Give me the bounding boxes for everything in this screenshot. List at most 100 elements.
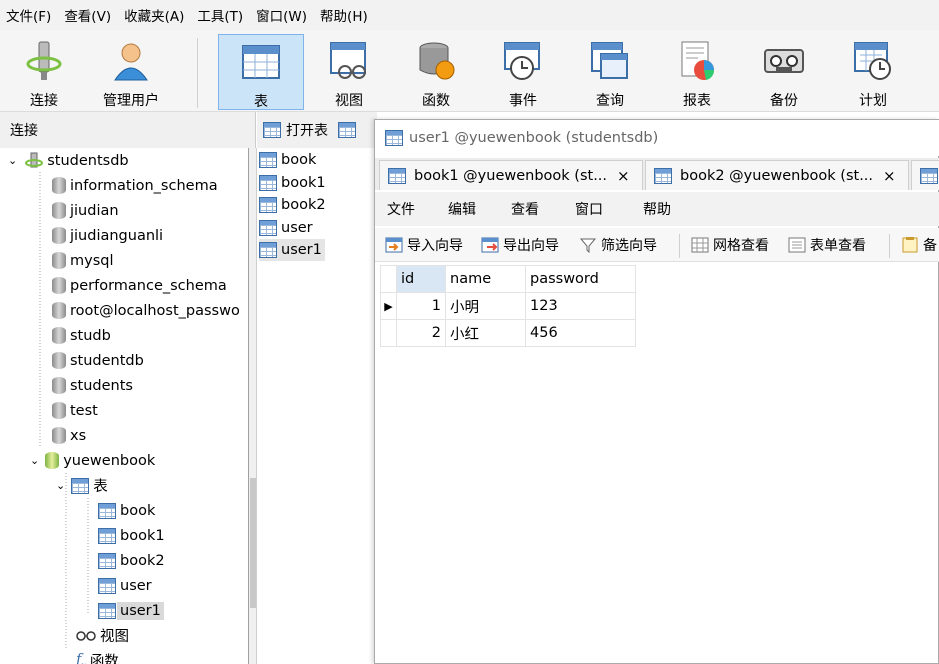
win-menu-edit[interactable]: 编辑 <box>448 199 476 219</box>
memo-button[interactable]: 备 <box>901 234 937 256</box>
backup-button[interactable]: 备份 <box>741 34 827 110</box>
chevron-down-icon[interactable]: ⌄ <box>30 454 39 467</box>
tree-connection-studentsdb[interactable]: ⌄ studentsdb <box>8 148 129 173</box>
win-menu-view[interactable]: 查看 <box>511 199 539 219</box>
open-table-button[interactable]: 打开表 <box>286 120 328 140</box>
row-header[interactable] <box>380 319 397 347</box>
win-menu-file[interactable]: 文件 <box>387 199 415 219</box>
object-list-item[interactable]: user <box>259 217 313 239</box>
tree-folder-views[interactable]: 视图 <box>76 623 129 648</box>
sidebar-scrollbar[interactable] <box>249 148 257 664</box>
schedule-label: 计划 <box>859 93 887 109</box>
tree-folder-functions[interactable]: ƒx 函数 <box>76 648 119 664</box>
event-button[interactable]: 事件 <box>480 34 566 110</box>
filter-icon <box>579 238 597 253</box>
chevron-down-icon[interactable]: ⌄ <box>56 479 65 492</box>
menu-tools[interactable]: 工具(T) <box>197 5 243 25</box>
tree-database-item[interactable]: xs <box>52 423 86 448</box>
connections-header: 连接 <box>0 112 256 148</box>
tree-table-item[interactable]: user1 <box>98 598 164 623</box>
tree-label: book1 <box>120 527 165 544</box>
win-menu-window[interactable]: 窗口 <box>575 199 603 219</box>
function-button[interactable]: 函数 <box>393 34 479 110</box>
form-view-button[interactable]: 表单查看 <box>788 234 866 256</box>
tree-database-item[interactable]: jiudianguanli <box>52 223 163 248</box>
tab-book2[interactable]: book2 @yuewenbook (st... × <box>645 160 909 190</box>
tree-database-item[interactable]: jiudian <box>52 198 119 223</box>
object-list-item[interactable]: book2 <box>259 194 326 216</box>
query-button[interactable]: 查询 <box>567 34 653 110</box>
table-icon <box>259 197 277 213</box>
object-label: book2 <box>281 197 326 213</box>
tree-table-item[interactable]: user <box>98 573 152 598</box>
table-icon <box>259 219 277 236</box>
view-button[interactable]: 视图 <box>306 34 392 110</box>
scrollbar-thumb[interactable] <box>250 478 256 608</box>
tree-folder-tables[interactable]: ⌄ 表 <box>56 473 108 498</box>
column-header-name[interactable]: name <box>445 265 526 293</box>
menu-file[interactable]: 文件(F) <box>6 5 51 25</box>
tree-label: book2 <box>120 552 165 569</box>
import-wizard-button[interactable]: 导入向导 <box>385 234 463 256</box>
backup-label: 备份 <box>770 93 798 109</box>
cell-password[interactable]: 456 <box>525 319 636 347</box>
tree-database-item[interactable]: mysql <box>52 248 114 273</box>
tree-db-yuewenbook[interactable]: ⌄ yuewenbook <box>30 448 155 473</box>
user-icon <box>110 40 152 82</box>
tree-database-item[interactable]: studentdb <box>52 348 144 373</box>
table-icon <box>98 552 116 569</box>
menu-favorites[interactable]: 收藏夹(A) <box>124 5 184 25</box>
export-wizard-button[interactable]: 导出向导 <box>481 234 559 256</box>
chevron-down-icon[interactable]: ⌄ <box>8 154 17 167</box>
manage-users-button[interactable]: 管理用户 <box>88 34 174 110</box>
design-table-icon[interactable] <box>338 122 356 138</box>
table-button[interactable]: 表 <box>218 34 304 110</box>
column-header-id[interactable]: id <box>396 265 446 293</box>
cell-name[interactable]: 小明 <box>445 292 526 320</box>
filter-wizard-button[interactable]: 筛选向导 <box>579 234 657 256</box>
table-icon <box>259 152 277 168</box>
column-header-password[interactable]: password <box>525 265 636 293</box>
table-label: 表 <box>254 94 268 110</box>
export-icon <box>481 237 499 253</box>
tab-book1[interactable]: book1 @yuewenbook (st... × <box>379 160 643 190</box>
menu-bar: 文件(F) 查看(V) 收藏夹(A) 工具(T) 窗口(W) 帮助(H) <box>0 0 939 30</box>
table-icon <box>259 242 277 258</box>
tree-database-item[interactable]: information_schema <box>52 173 218 198</box>
close-icon[interactable]: × <box>883 167 896 185</box>
object-list-item[interactable]: user1 <box>259 239 325 261</box>
tab-more[interactable] <box>911 160 939 190</box>
cell-id[interactable]: 2 <box>396 319 446 347</box>
tree-table-item[interactable]: book1 <box>98 523 165 548</box>
open-table-icon[interactable] <box>263 122 281 138</box>
table-window: user1 @yuewenbook (studentsdb) book1 @yu… <box>374 119 939 664</box>
tree-database-item[interactable]: test <box>52 398 98 423</box>
grid-view-button[interactable]: 网格查看 <box>691 234 769 256</box>
close-icon[interactable]: × <box>617 167 630 185</box>
menu-view[interactable]: 查看(V) <box>64 5 111 25</box>
query-label: 查询 <box>596 93 624 109</box>
schedule-button[interactable]: 计划 <box>830 34 916 110</box>
cell-name[interactable]: 小红 <box>445 319 526 347</box>
object-list-item[interactable]: book1 <box>259 172 326 194</box>
tree-table-item[interactable]: book2 <box>98 548 165 573</box>
tree-database-item[interactable]: students <box>52 373 133 398</box>
tree-database-item[interactable]: root@localhost_passwo <box>52 298 240 323</box>
win-menu-help[interactable]: 帮助 <box>643 199 671 219</box>
cell-id[interactable]: 1 <box>396 292 446 320</box>
object-list-item[interactable]: book <box>259 149 316 171</box>
manage-users-label: 管理用户 <box>103 93 159 109</box>
cell-password[interactable]: 123 <box>525 292 636 320</box>
window-titlebar[interactable]: user1 @yuewenbook (studentsdb) <box>375 120 939 156</box>
table-row[interactable]: 2 小红 456 <box>380 319 636 347</box>
connect-label: 连接 <box>30 93 58 109</box>
tree-table-item[interactable]: book <box>98 498 155 523</box>
tree-database-item[interactable]: studb <box>52 323 111 348</box>
current-row-indicator-icon[interactable]: ▶ <box>380 292 397 320</box>
table-row[interactable]: ▶ 1 小明 123 <box>380 292 636 320</box>
menu-window[interactable]: 窗口(W) <box>256 5 307 25</box>
connect-button[interactable]: 连接 <box>1 34 87 110</box>
tree-database-item[interactable]: performance_schema <box>52 273 227 298</box>
report-button[interactable]: 报表 <box>654 34 740 110</box>
menu-help[interactable]: 帮助(H) <box>320 5 368 25</box>
